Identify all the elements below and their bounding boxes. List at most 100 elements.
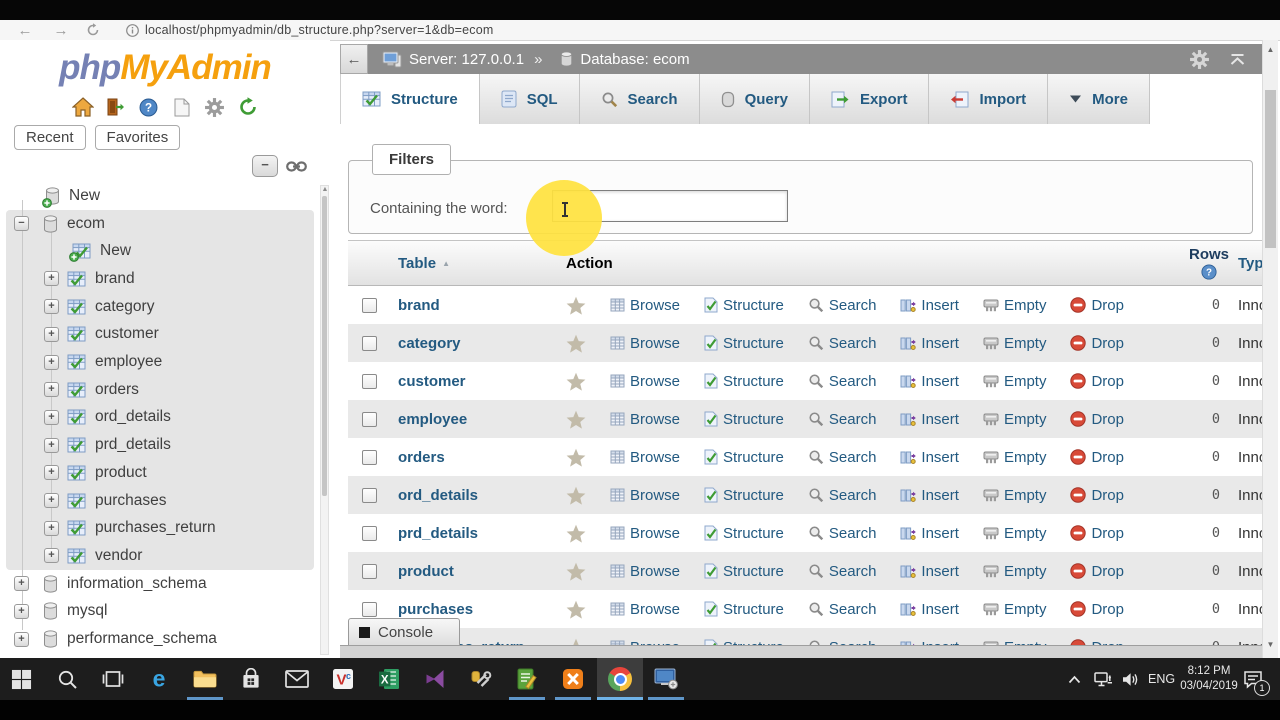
search-link[interactable]: Search [808,563,877,580]
empty-link[interactable]: Empty [983,297,1047,314]
edge-icon[interactable]: e [136,658,182,700]
expand-node-icon[interactable]: + [44,299,59,314]
empty-link[interactable]: Empty [983,601,1047,618]
sidebar-scroll-thumb[interactable] [322,196,327,496]
search-link[interactable]: Search [808,601,877,618]
breadcrumb-server[interactable]: Server: 127.0.0.1 [409,51,524,68]
remote-desktop-icon[interactable] [643,658,689,700]
expand-node-icon[interactable]: + [44,438,59,453]
rows-help-icon[interactable]: ? [1201,264,1217,280]
expand-node-icon[interactable]: + [44,327,59,342]
tree-item-information_schema[interactable]: + information_schema [0,570,318,598]
drop-link[interactable]: Drop [1070,373,1124,390]
structure-link[interactable]: Structure [704,525,784,542]
tree-item-ord_details[interactable]: + ord_details [0,404,318,432]
tree-item-label[interactable]: category [95,298,154,316]
mail-icon[interactable] [274,658,320,700]
url-bar[interactable]: localhost/phpmyadmin/db_structure.php?se… [126,23,494,37]
insert-link[interactable]: Insert [900,297,959,314]
row-checkbox[interactable] [362,564,377,579]
insert-link[interactable]: Insert [900,525,959,542]
favorite-star-icon[interactable] [566,486,586,505]
table-name-link[interactable]: category [398,335,461,352]
favorites-button[interactable]: Favorites [95,125,181,150]
tree-item-label[interactable]: New [100,242,131,260]
favorite-star-icon[interactable] [566,372,586,391]
expand-node-icon[interactable]: + [14,576,29,591]
documentation-icon[interactable] [170,96,194,118]
excel-icon[interactable]: X [366,658,412,700]
tree-item-label[interactable]: employee [95,353,162,371]
table-name-link[interactable]: prd_details [398,525,478,542]
structure-link[interactable]: Structure [704,449,784,466]
search-link[interactable]: Search [808,297,877,314]
tree-item-ecom[interactable]: −ecom [0,210,318,238]
help-icon[interactable]: ? [137,96,161,118]
drop-link[interactable]: Drop [1070,601,1124,618]
tree-item-employee[interactable]: +employee [0,348,318,376]
empty-link[interactable]: Empty [983,373,1047,390]
tab-export[interactable]: Export [810,74,930,124]
tree-item-label[interactable]: prd_details [95,436,171,454]
favorite-star-icon[interactable] [566,296,586,315]
scroll-down-icon[interactable]: ▼ [1263,640,1278,649]
browse-link[interactable]: Browse [610,525,680,542]
expand-node-icon[interactable]: + [44,410,59,425]
tree-item-label[interactable]: information_schema [67,575,207,593]
page-settings-gear-icon[interactable] [1189,49,1210,70]
tree-item-purchases_return[interactable]: + purchases_return [0,514,318,542]
row-checkbox[interactable] [362,602,377,617]
insert-link[interactable]: Insert [900,449,959,466]
tree-item-orders[interactable]: +orders [0,376,318,404]
expand-node-icon[interactable]: + [44,382,59,397]
row-checkbox[interactable] [362,298,377,313]
row-checkbox[interactable] [362,526,377,541]
table-name-link[interactable]: brand [398,297,440,314]
start-icon[interactable] [0,658,44,700]
browse-link[interactable]: Browse [610,449,680,466]
collapse-node-icon[interactable]: − [14,216,29,231]
structure-link[interactable]: Structure [704,373,784,390]
tree-item-brand[interactable]: +brand [0,265,318,293]
expand-node-icon[interactable]: + [44,548,59,563]
row-checkbox[interactable] [362,412,377,427]
sidebar-scroll-up-icon[interactable]: ▲ [321,186,329,193]
row-checkbox[interactable] [362,450,377,465]
empty-link[interactable]: Empty [983,563,1047,580]
vnc-icon[interactable]: Vc [320,658,366,700]
browser-back-icon[interactable]: ← [14,22,36,39]
tree-item-label[interactable]: purchases [95,492,167,510]
favorite-star-icon[interactable] [566,562,586,581]
url-text[interactable]: localhost/phpmyadmin/db_structure.php?se… [145,23,494,37]
expand-node-icon[interactable]: + [44,271,59,286]
empty-link[interactable]: Empty [983,525,1047,542]
row-checkbox[interactable] [362,488,377,503]
tree-item-label[interactable]: purchases_return [95,519,216,537]
tab-import[interactable]: Import [929,74,1048,124]
table-header-label[interactable]: Table [398,255,436,272]
tree-item-category[interactable]: + category [0,293,318,321]
browser-forward-icon[interactable]: → [50,22,72,39]
scroll-to-top-icon[interactable] [1229,53,1246,66]
browser-reload-icon[interactable] [86,23,108,37]
breadcrumb-database[interactable]: Database: ecom [580,51,689,68]
tree-item-label[interactable]: ord_details [95,408,171,426]
structure-link[interactable]: Structure [704,601,784,618]
table-name-link[interactable]: product [398,563,454,580]
structure-link[interactable]: Structure [704,563,784,580]
drop-link[interactable]: Drop [1070,411,1124,428]
tree-item-label[interactable]: product [95,464,147,482]
browse-link[interactable]: Browse [610,563,680,580]
console-button[interactable]: Console [348,618,460,645]
expand-node-icon[interactable]: + [44,521,59,536]
tree-item-label[interactable]: vendor [95,547,142,565]
tab-query[interactable]: Query [700,74,810,124]
expand-node-icon[interactable]: + [44,465,59,480]
structure-link[interactable]: Structure [704,411,784,428]
tree-item-label[interactable]: customer [95,325,159,343]
tree-item-label[interactable]: mysql [67,602,107,620]
tray-language[interactable]: ENG [1148,658,1175,700]
expand-node-icon[interactable]: + [14,632,29,647]
refresh-icon[interactable] [236,96,260,118]
settings-icon[interactable] [203,96,227,118]
